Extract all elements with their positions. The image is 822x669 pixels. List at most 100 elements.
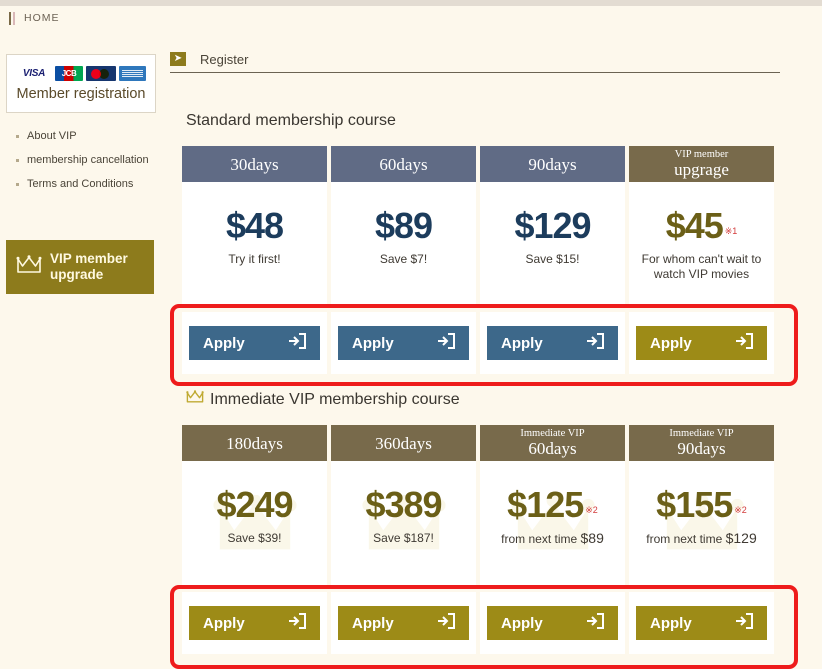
apply-button-vip-upgrade[interactable]: Apply <box>636 326 767 360</box>
sidebar-item-label: About VIP <box>27 130 77 142</box>
sidebar-item-membership-cancellation[interactable]: membership cancellation <box>10 148 160 172</box>
plan-price-footnote: ※2 <box>585 505 598 515</box>
plan-subtext: Save $187! <box>373 531 434 545</box>
vip-course-grid: 180days $249 Save $39! 360days $389 Save… <box>182 425 810 586</box>
login-arrow-icon <box>735 612 753 634</box>
apply-cell: Apply <box>629 592 774 654</box>
plan-header: Immediate VIP 60days <box>480 425 625 461</box>
plan-price: $155 <box>656 484 733 525</box>
crown-icon <box>16 254 42 280</box>
bullet-icon <box>16 158 19 162</box>
vip-course-title-label: Immediate VIP membership course <box>210 390 460 408</box>
plan-price-row: $89 <box>374 205 433 246</box>
login-arrow-icon <box>735 332 753 354</box>
bullet-icon <box>16 134 19 138</box>
plan-header-title: upgrage <box>674 160 729 179</box>
plan-column: 30days $48 Try it first! <box>182 146 327 307</box>
plan-header-subtitle: VIP member <box>674 149 729 160</box>
mastercard-logo <box>86 66 116 81</box>
plan-body: $89 Save $7! <box>331 182 476 307</box>
member-registration-card[interactable]: VISA JCB Member registration <box>6 54 156 113</box>
apply-cell: Apply <box>182 592 327 654</box>
member-registration-label: Member registration <box>16 86 146 102</box>
plan-price-row: $389 <box>365 487 442 523</box>
standard-apply-row: Apply Apply Apply Apply <box>182 312 810 374</box>
plan-header: 60days <box>331 146 476 182</box>
plan-header: 90days <box>480 146 625 182</box>
accepted-cards: VISA JCB <box>16 65 146 82</box>
plan-body: $249 Save $39! <box>182 461 327 586</box>
plan-subtext-amount: $89 <box>580 530 604 546</box>
login-arrow-icon <box>586 332 604 354</box>
sidebar-item-about-vip[interactable]: About VIP <box>10 124 160 148</box>
plan-column: Immediate VIP 60days $125 ※2 from next t… <box>480 425 625 586</box>
apply-cell: Apply <box>331 312 476 374</box>
plan-price-row: $45 ※1 <box>666 208 738 244</box>
login-arrow-icon <box>586 612 604 634</box>
register-heading-label: Register <box>200 51 249 67</box>
apply-cell: Apply <box>629 312 774 374</box>
plan-price: $89 <box>374 205 433 246</box>
plan-subtext: Save $39! <box>227 531 282 545</box>
plan-header: 30days <box>182 146 327 182</box>
page-layout: VISA JCB Member registration About VIP m… <box>0 32 822 669</box>
plan-subtext: Try it first! <box>228 252 281 266</box>
standard-course-grid: 30days $48 Try it first! 60days $89 Save… <box>182 146 810 307</box>
plan-price: $48 <box>225 205 284 246</box>
breadcrumb-bars-icon <box>9 11 15 25</box>
plan-header-title: 30days <box>230 154 279 174</box>
plan-column: VIP member upgrage $45 ※1 For whom can't… <box>629 146 774 307</box>
plan-header-title: 90days <box>677 439 726 458</box>
plan-header-title: 180days <box>226 433 283 453</box>
plan-price: $125 <box>507 484 584 525</box>
plan-subtext: Save $7! <box>379 252 428 266</box>
plan-subtext-label: from next time <box>501 532 581 546</box>
sidebar-item-terms-and-conditions[interactable]: Terms and Conditions <box>10 172 160 196</box>
plan-price-row: $125 ※2 <box>507 487 598 523</box>
vip-member-upgrade-button[interactable]: VIP member upgrade <box>6 240 154 294</box>
apply-button-immediate-vip-90days[interactable]: Apply <box>636 606 767 640</box>
plan-subtext: For whom can't wait to watch VIP movies <box>641 252 762 281</box>
apply-button-label: Apply <box>203 614 245 632</box>
apply-button-label: Apply <box>501 334 543 352</box>
apply-button-label: Apply <box>352 614 394 632</box>
plan-subtext-amount: $129 <box>725 530 757 546</box>
login-arrow-icon <box>437 332 455 354</box>
crown-icon <box>186 390 204 409</box>
apply-button-180days[interactable]: Apply <box>189 606 320 640</box>
login-arrow-icon <box>288 332 306 354</box>
login-arrow-icon <box>437 612 455 634</box>
arrow-enter-icon: ➤ <box>170 52 186 66</box>
standard-course-title: Standard membership course <box>186 112 396 130</box>
plan-price-row: $129 <box>514 208 591 244</box>
breadcrumb-home-link[interactable]: HOME <box>24 12 60 24</box>
apply-button-label: Apply <box>650 334 692 352</box>
plan-header-title: 60days <box>528 439 577 458</box>
plan-header: 360days <box>331 425 476 461</box>
plan-price-row: $155 ※2 <box>656 487 747 523</box>
amex-logo <box>119 66 146 81</box>
plan-body: $155 ※2 from next time $129 <box>629 461 774 586</box>
plan-price-footnote: ※2 <box>734 505 747 515</box>
plan-subtext-label: from next time <box>646 532 726 546</box>
plan-header-subtitle: Immediate VIP <box>520 428 585 439</box>
vip-upgrade-line2: upgrade <box>50 267 104 282</box>
plan-body: $129 Save $15! <box>480 182 625 307</box>
jcb-logo: JCB <box>55 66 83 81</box>
apply-button-90days[interactable]: Apply <box>487 326 618 360</box>
apply-button-label: Apply <box>352 334 394 352</box>
apply-button-immediate-vip-60days[interactable]: Apply <box>487 606 618 640</box>
plan-price: $249 <box>216 484 293 525</box>
plan-body: $48 Try it first! <box>182 182 327 307</box>
apply-button-360days[interactable]: Apply <box>338 606 469 640</box>
plan-column: 90days $129 Save $15! <box>480 146 625 307</box>
plan-header-title: 90days <box>528 154 577 174</box>
apply-button-label: Apply <box>501 614 543 632</box>
sidebar-item-label: Terms and Conditions <box>27 178 134 190</box>
apply-button-60days[interactable]: Apply <box>338 326 469 360</box>
apply-button-30days[interactable]: Apply <box>189 326 320 360</box>
plan-price-row: $249 <box>216 484 293 525</box>
standard-course-title-label: Standard membership course <box>186 112 396 129</box>
vip-apply-row: Apply Apply Apply Apply <box>182 592 810 654</box>
main-content: ➤ Register Standard membership course 30… <box>170 32 822 669</box>
